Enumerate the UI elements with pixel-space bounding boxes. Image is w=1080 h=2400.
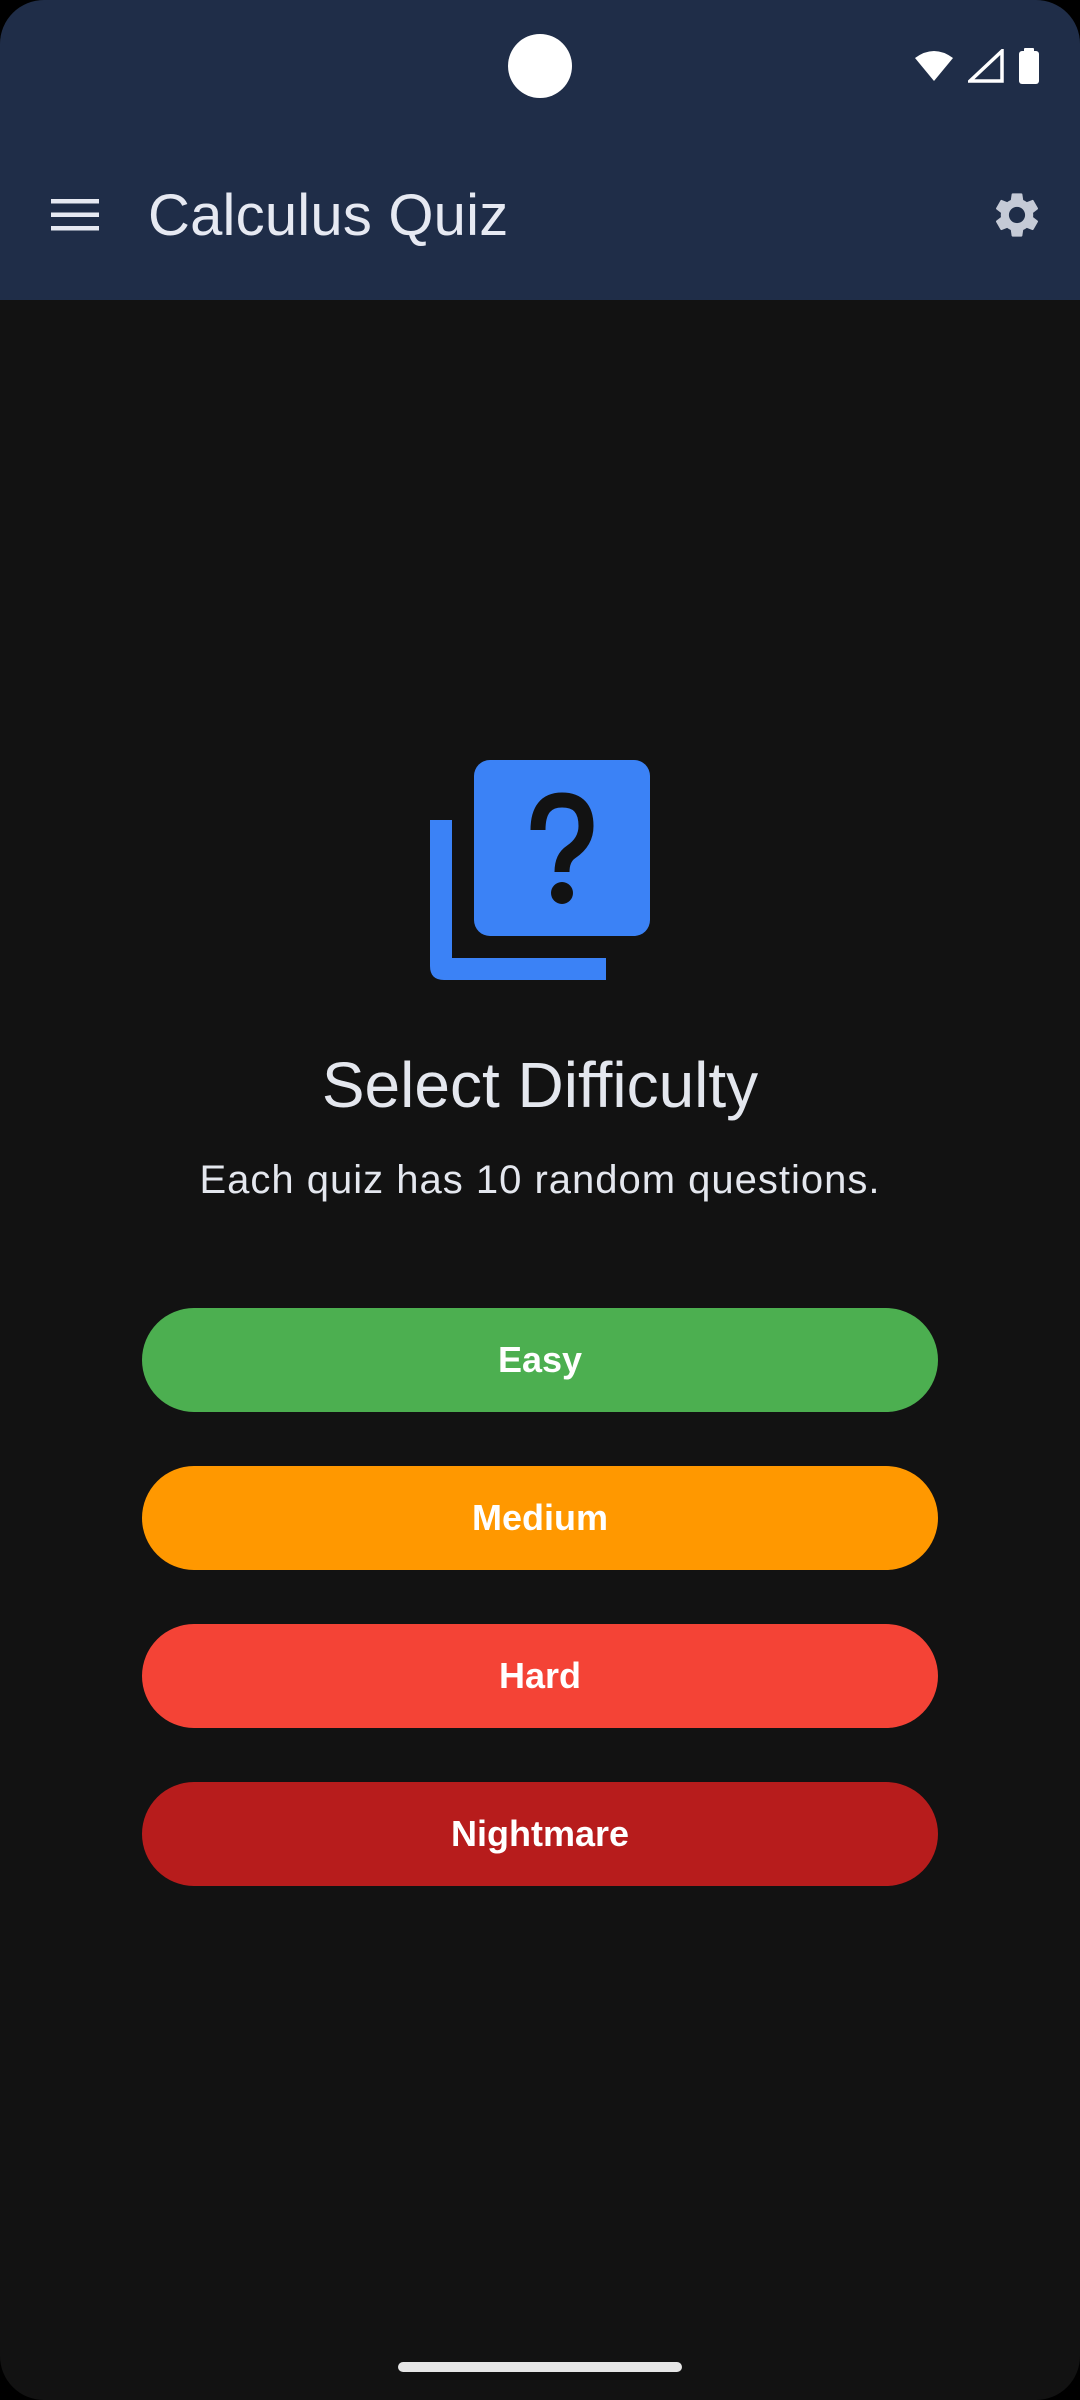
status-bar: [0, 0, 1080, 132]
medium-button[interactable]: Medium: [142, 1466, 938, 1570]
page-subheading: Each quiz has 10 random questions.: [199, 1158, 881, 1202]
home-indicator[interactable]: [398, 2362, 682, 2372]
quiz-question-stack-icon: [430, 760, 650, 980]
hamburger-menu-icon: [50, 197, 100, 238]
phone-screen: Calculus Quiz Select Difficulty Each qui…: [0, 0, 1080, 2400]
camera-cutout: [508, 34, 572, 98]
app-title: Calculus Quiz: [148, 183, 509, 248]
top-app-area: Calculus Quiz: [0, 0, 1080, 300]
app-bar: Calculus Quiz: [0, 150, 1080, 280]
cellular-signal-icon: [968, 49, 1004, 83]
status-icons: [914, 46, 1040, 86]
difficulty-list: Easy Medium Hard Nightmare: [142, 1308, 938, 1940]
settings-button[interactable]: [984, 184, 1050, 250]
menu-button[interactable]: [30, 184, 120, 250]
page-heading: Select Difficulty: [321, 1049, 759, 1121]
nightmare-button[interactable]: Nightmare: [142, 1782, 938, 1886]
hard-button[interactable]: Hard: [142, 1624, 938, 1728]
battery-icon: [1018, 48, 1040, 84]
gear-icon: [990, 188, 1044, 247]
wifi-icon: [914, 50, 954, 82]
main-content: Select Difficulty Each quiz has 10 rando…: [0, 300, 1080, 2400]
easy-button[interactable]: Easy: [142, 1308, 938, 1412]
